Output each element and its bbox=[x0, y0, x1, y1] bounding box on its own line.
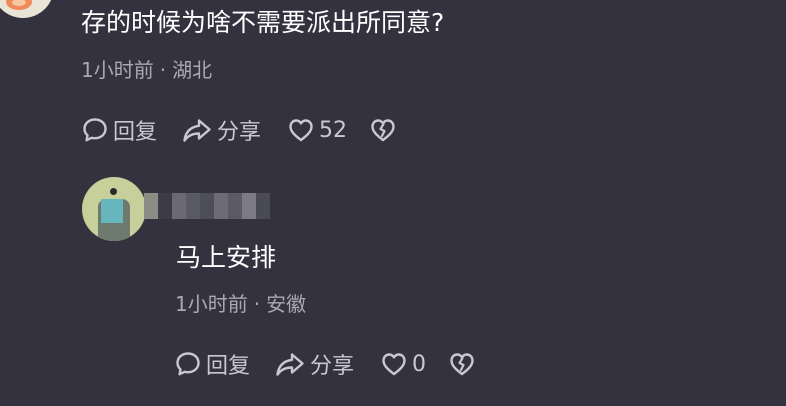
dislike-button[interactable] bbox=[369, 116, 397, 144]
dislike-button[interactable] bbox=[448, 350, 476, 378]
reply-time: 1小时前 bbox=[175, 292, 248, 316]
broken-heart-icon bbox=[369, 116, 397, 144]
heart-icon bbox=[287, 116, 315, 144]
like-count: 0 bbox=[412, 351, 427, 377]
commenter-avatar[interactable] bbox=[0, 0, 54, 18]
replier-username[interactable] bbox=[144, 193, 270, 219]
like-button[interactable]: 52 bbox=[287, 116, 347, 144]
share-button[interactable]: 分享 bbox=[274, 348, 354, 380]
like-count: 52 bbox=[319, 117, 348, 143]
share-label: 分享 bbox=[217, 120, 262, 145]
meta-separator: · bbox=[253, 292, 261, 316]
comment-thread: 存的时候为啥不需要派出所同意? 1小时前 · 湖北 回复 分享 52 马上安排 … bbox=[0, 0, 786, 406]
like-button[interactable]: 0 bbox=[380, 350, 426, 378]
share-arrow-icon bbox=[181, 116, 213, 144]
reply-button[interactable]: 回复 bbox=[174, 348, 250, 380]
comment-location: 湖北 bbox=[172, 58, 213, 82]
share-button[interactable]: 分享 bbox=[181, 114, 261, 146]
comment-bubble-icon bbox=[81, 116, 109, 144]
comment-time: 1小时前 bbox=[81, 58, 154, 82]
reply-location: 安徽 bbox=[266, 292, 307, 316]
reply-actions: 回复 分享 0 bbox=[174, 349, 476, 379]
comment-text: 存的时候为啥不需要派出所同意? bbox=[81, 8, 445, 37]
comment-meta: 1小时前 · 湖北 bbox=[81, 54, 212, 83]
comment-actions: 回复 分享 52 bbox=[81, 115, 397, 145]
comment-bubble-icon bbox=[174, 350, 202, 378]
replier-avatar[interactable] bbox=[82, 177, 146, 241]
heart-icon bbox=[380, 350, 408, 378]
reply-label: 回复 bbox=[113, 120, 158, 145]
reply-text: 马上安排 bbox=[176, 243, 277, 272]
reply-meta: 1小时前 · 安徽 bbox=[175, 288, 306, 317]
share-label: 分享 bbox=[310, 354, 355, 379]
broken-heart-icon bbox=[448, 350, 476, 378]
share-arrow-icon bbox=[274, 350, 306, 378]
reply-label: 回复 bbox=[206, 354, 251, 379]
reply-button[interactable]: 回复 bbox=[81, 114, 157, 146]
meta-separator: · bbox=[159, 58, 167, 82]
